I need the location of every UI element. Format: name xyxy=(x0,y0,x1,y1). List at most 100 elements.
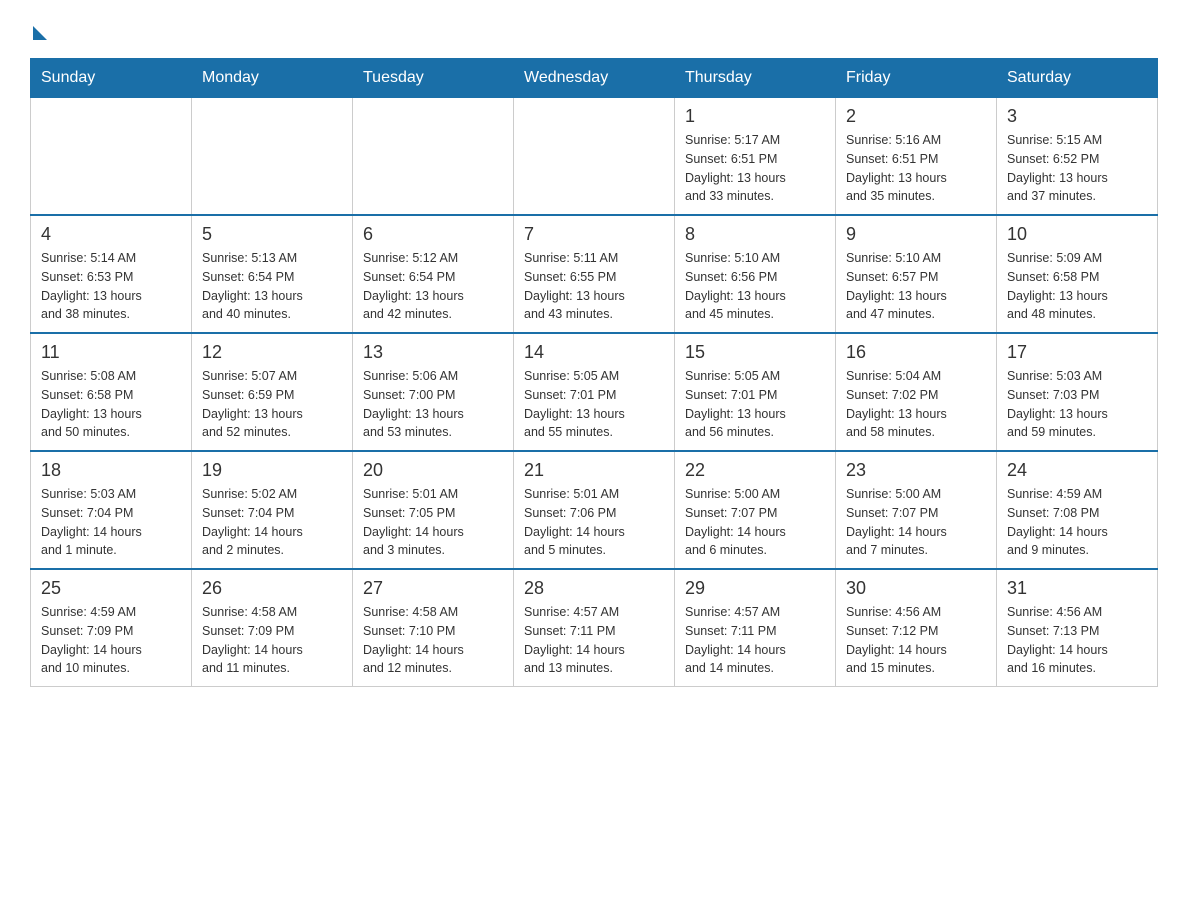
day-info: Sunrise: 5:13 AMSunset: 6:54 PMDaylight:… xyxy=(202,249,342,324)
calendar-cell xyxy=(514,98,675,216)
calendar-cell: 25Sunrise: 4:59 AMSunset: 7:09 PMDayligh… xyxy=(31,569,192,687)
day-number: 23 xyxy=(846,460,986,481)
calendar-cell: 31 Sunrise: 4:56 AMSunset: 7:13 PMDayligh… xyxy=(997,569,1158,687)
day-info: Sunrise: 5:03 AMSunset: 7:03 PMDaylight:… xyxy=(1007,367,1147,442)
day-number: 22 xyxy=(685,460,825,481)
day-info: Sunrise: 5:02 AMSunset: 7:04 PMDaylight:… xyxy=(202,485,342,560)
weekday-header-saturday: Saturday xyxy=(997,59,1158,98)
day-number: 3 xyxy=(1007,106,1147,127)
day-info: Sunrise: 5:01 AMSunset: 7:06 PMDaylight:… xyxy=(524,485,664,560)
day-info: Sunrise: 4:57 AMSunset: 7:11 PMDaylight:… xyxy=(524,603,664,678)
day-number: 26 xyxy=(202,578,342,599)
day-info: Sunrise: 5:00 AMSunset: 7:07 PMDaylight:… xyxy=(846,485,986,560)
day-number: 17 xyxy=(1007,342,1147,363)
calendar-cell: 6 Sunrise: 5:12 AMSunset: 6:54 PMDaylight… xyxy=(353,215,514,333)
calendar-cell: 18Sunrise: 5:03 AMSunset: 7:04 PMDayligh… xyxy=(31,451,192,569)
calendar-week-row: 1 Sunrise: 5:17 AMSunset: 6:51 PMDaylight… xyxy=(31,98,1158,216)
day-number: 31 xyxy=(1007,578,1147,599)
day-number: 28 xyxy=(524,578,664,599)
day-number: 4 xyxy=(41,224,181,245)
day-info: Sunrise: 5:09 AMSunset: 6:58 PMDaylight:… xyxy=(1007,249,1147,324)
day-number: 15 xyxy=(685,342,825,363)
logo-triangle-icon xyxy=(33,26,47,40)
day-number: 19 xyxy=(202,460,342,481)
calendar-cell: 21 Sunrise: 5:01 AMSunset: 7:06 PMDayligh… xyxy=(514,451,675,569)
calendar-cell: 10 Sunrise: 5:09 AMSunset: 6:58 PMDayligh… xyxy=(997,215,1158,333)
day-info: Sunrise: 5:00 AMSunset: 7:07 PMDaylight:… xyxy=(685,485,825,560)
calendar-cell: 7 Sunrise: 5:11 AMSunset: 6:55 PMDaylight… xyxy=(514,215,675,333)
calendar-cell xyxy=(353,98,514,216)
day-info: Sunrise: 4:56 AMSunset: 7:13 PMDaylight:… xyxy=(1007,603,1147,678)
calendar-week-row: 25Sunrise: 4:59 AMSunset: 7:09 PMDayligh… xyxy=(31,569,1158,687)
day-number: 30 xyxy=(846,578,986,599)
day-info: Sunrise: 5:15 AMSunset: 6:52 PMDaylight:… xyxy=(1007,131,1147,206)
calendar-cell xyxy=(31,98,192,216)
calendar-cell: 5 Sunrise: 5:13 AMSunset: 6:54 PMDaylight… xyxy=(192,215,353,333)
day-number: 6 xyxy=(363,224,503,245)
day-info: Sunrise: 5:04 AMSunset: 7:02 PMDaylight:… xyxy=(846,367,986,442)
day-number: 14 xyxy=(524,342,664,363)
day-info: Sunrise: 4:57 AMSunset: 7:11 PMDaylight:… xyxy=(685,603,825,678)
day-number: 12 xyxy=(202,342,342,363)
calendar-cell: 19 Sunrise: 5:02 AMSunset: 7:04 PMDayligh… xyxy=(192,451,353,569)
day-info: Sunrise: 5:10 AMSunset: 6:56 PMDaylight:… xyxy=(685,249,825,324)
calendar-cell: 26 Sunrise: 4:58 AMSunset: 7:09 PMDayligh… xyxy=(192,569,353,687)
day-info: Sunrise: 5:14 AMSunset: 6:53 PMDaylight:… xyxy=(41,249,181,324)
day-number: 11 xyxy=(41,342,181,363)
calendar-cell: 3 Sunrise: 5:15 AMSunset: 6:52 PMDaylight… xyxy=(997,98,1158,216)
logo xyxy=(30,20,49,40)
day-number: 5 xyxy=(202,224,342,245)
day-number: 2 xyxy=(846,106,986,127)
calendar-cell: 16 Sunrise: 5:04 AMSunset: 7:02 PMDayligh… xyxy=(836,333,997,451)
day-info: Sunrise: 5:06 AMSunset: 7:00 PMDaylight:… xyxy=(363,367,503,442)
weekday-header-tuesday: Tuesday xyxy=(353,59,514,98)
calendar-cell: 24Sunrise: 4:59 AMSunset: 7:08 PMDayligh… xyxy=(997,451,1158,569)
day-number: 7 xyxy=(524,224,664,245)
calendar-cell: 12 Sunrise: 5:07 AMSunset: 6:59 PMDayligh… xyxy=(192,333,353,451)
day-number: 21 xyxy=(524,460,664,481)
calendar-cell: 22 Sunrise: 5:00 AMSunset: 7:07 PMDayligh… xyxy=(675,451,836,569)
weekday-header-thursday: Thursday xyxy=(675,59,836,98)
day-info: Sunrise: 4:58 AMSunset: 7:09 PMDaylight:… xyxy=(202,603,342,678)
weekday-header-monday: Monday xyxy=(192,59,353,98)
calendar-cell: 1 Sunrise: 5:17 AMSunset: 6:51 PMDaylight… xyxy=(675,98,836,216)
calendar-cell: 2 Sunrise: 5:16 AMSunset: 6:51 PMDaylight… xyxy=(836,98,997,216)
calendar-cell: 17 Sunrise: 5:03 AMSunset: 7:03 PMDayligh… xyxy=(997,333,1158,451)
calendar-cell: 13 Sunrise: 5:06 AMSunset: 7:00 PMDayligh… xyxy=(353,333,514,451)
calendar-cell: 4 Sunrise: 5:14 AMSunset: 6:53 PMDaylight… xyxy=(31,215,192,333)
day-info: Sunrise: 5:05 AMSunset: 7:01 PMDaylight:… xyxy=(524,367,664,442)
calendar-cell: 8 Sunrise: 5:10 AMSunset: 6:56 PMDaylight… xyxy=(675,215,836,333)
calendar-header-row: SundayMondayTuesdayWednesdayThursdayFrid… xyxy=(31,59,1158,98)
calendar-cell xyxy=(192,98,353,216)
day-number: 24 xyxy=(1007,460,1147,481)
day-info: Sunrise: 5:05 AMSunset: 7:01 PMDaylight:… xyxy=(685,367,825,442)
calendar-week-row: 4 Sunrise: 5:14 AMSunset: 6:53 PMDaylight… xyxy=(31,215,1158,333)
day-info: Sunrise: 5:17 AMSunset: 6:51 PMDaylight:… xyxy=(685,131,825,206)
calendar-cell: 20Sunrise: 5:01 AMSunset: 7:05 PMDayligh… xyxy=(353,451,514,569)
calendar-cell: 14 Sunrise: 5:05 AMSunset: 7:01 PMDayligh… xyxy=(514,333,675,451)
day-info: Sunrise: 4:58 AMSunset: 7:10 PMDaylight:… xyxy=(363,603,503,678)
day-number: 8 xyxy=(685,224,825,245)
calendar-week-row: 18Sunrise: 5:03 AMSunset: 7:04 PMDayligh… xyxy=(31,451,1158,569)
calendar-cell: 15 Sunrise: 5:05 AMSunset: 7:01 PMDayligh… xyxy=(675,333,836,451)
day-info: Sunrise: 4:59 AMSunset: 7:09 PMDaylight:… xyxy=(41,603,181,678)
day-info: Sunrise: 5:03 AMSunset: 7:04 PMDaylight:… xyxy=(41,485,181,560)
day-info: Sunrise: 5:16 AMSunset: 6:51 PMDaylight:… xyxy=(846,131,986,206)
day-info: Sunrise: 5:10 AMSunset: 6:57 PMDaylight:… xyxy=(846,249,986,324)
calendar-cell: 23 Sunrise: 5:00 AMSunset: 7:07 PMDayligh… xyxy=(836,451,997,569)
day-number: 16 xyxy=(846,342,986,363)
calendar-table: SundayMondayTuesdayWednesdayThursdayFrid… xyxy=(30,58,1158,687)
day-number: 10 xyxy=(1007,224,1147,245)
calendar-cell: 27 Sunrise: 4:58 AMSunset: 7:10 PMDayligh… xyxy=(353,569,514,687)
calendar-cell: 11 Sunrise: 5:08 AMSunset: 6:58 PMDayligh… xyxy=(31,333,192,451)
day-info: Sunrise: 5:08 AMSunset: 6:58 PMDaylight:… xyxy=(41,367,181,442)
day-number: 1 xyxy=(685,106,825,127)
day-number: 9 xyxy=(846,224,986,245)
day-number: 13 xyxy=(363,342,503,363)
day-number: 27 xyxy=(363,578,503,599)
day-info: Sunrise: 5:11 AMSunset: 6:55 PMDaylight:… xyxy=(524,249,664,324)
day-number: 29 xyxy=(685,578,825,599)
day-info: Sunrise: 5:07 AMSunset: 6:59 PMDaylight:… xyxy=(202,367,342,442)
day-info: Sunrise: 5:12 AMSunset: 6:54 PMDaylight:… xyxy=(363,249,503,324)
day-info: Sunrise: 4:56 AMSunset: 7:12 PMDaylight:… xyxy=(846,603,986,678)
